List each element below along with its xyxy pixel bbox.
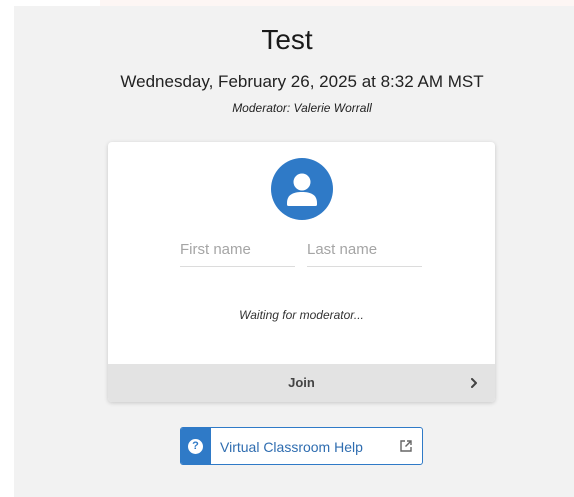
- first-name-field[interactable]: [180, 232, 295, 267]
- join-button-label: Join: [288, 375, 315, 390]
- help-badge: ?: [181, 428, 211, 464]
- waiting-status: Waiting for moderator...: [239, 308, 364, 322]
- chevron-right-icon: [471, 378, 477, 388]
- external-link-icon: [400, 440, 412, 452]
- user-icon: [271, 158, 333, 220]
- session-datetime: Wednesday, February 26, 2025 at 8:32 AM …: [120, 72, 484, 91]
- help-button[interactable]: ? Virtual Classroom Help: [180, 427, 423, 465]
- session-title: Test: [261, 24, 313, 55]
- last-name-field[interactable]: [307, 232, 422, 267]
- session-moderator: Moderator: Valerie Worrall: [232, 101, 372, 115]
- question-icon: ?: [188, 439, 203, 454]
- join-card: Waiting for moderator... Join: [108, 142, 495, 402]
- join-button[interactable]: Join: [108, 364, 495, 402]
- help-label: Virtual Classroom Help: [220, 439, 363, 455]
